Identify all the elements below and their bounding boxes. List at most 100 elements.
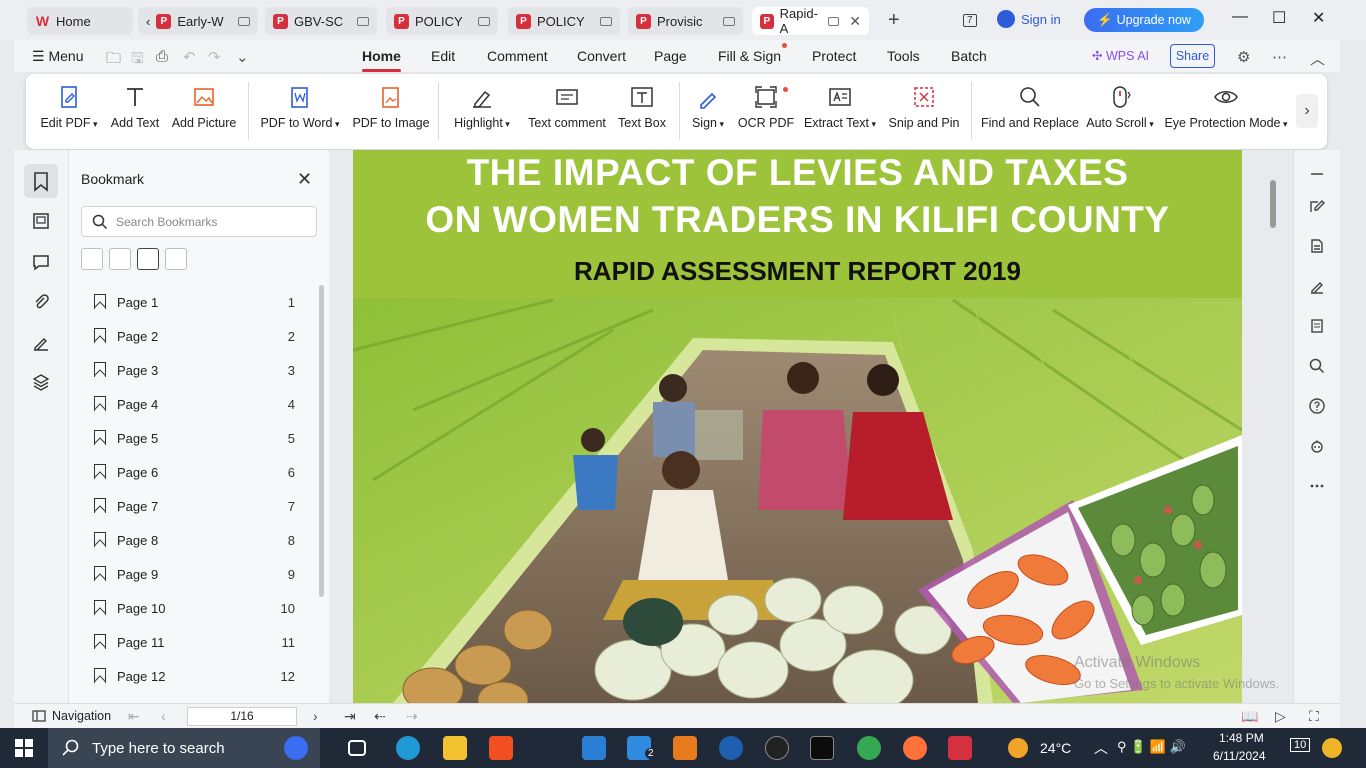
tab-document-1[interactable]: ‹ P Early-W (138, 7, 258, 35)
comments-panel-button[interactable] (32, 253, 50, 271)
share-button[interactable]: Share (1170, 44, 1215, 68)
next-page-icon[interactable]: › (313, 708, 318, 724)
vscode-icon[interactable] (582, 736, 606, 760)
main-menu-button[interactable]: ☰ Menu (32, 48, 83, 65)
document-info-icon[interactable] (1309, 238, 1325, 254)
more-tools-icon[interactable] (1309, 478, 1325, 494)
tray-overflow-icon[interactable]: ︿ (1094, 738, 1108, 758)
redo-icon[interactable]: ↷ (208, 48, 221, 66)
tab-document-2[interactable]: P GBV-SC (265, 7, 377, 35)
taskbar-search-box[interactable]: Type here to search (48, 728, 320, 768)
first-page-icon[interactable]: ⇤ (128, 708, 140, 725)
text-comment-button[interactable]: Text comment (528, 84, 606, 130)
new-tab-button[interactable]: + (888, 9, 900, 32)
maximize-icon[interactable]: ☐ (1272, 8, 1286, 28)
expand-bookmarks-icon[interactable] (81, 248, 103, 270)
tab-home[interactable]: W Home (27, 7, 133, 35)
tab-document-5[interactable]: P Provisic (628, 7, 743, 35)
windows-start-icon[interactable] (15, 739, 33, 760)
bookmark-item[interactable]: Page 6 6 (69, 455, 319, 489)
edit-pdf-button[interactable]: Edit PDF ▾ (40, 84, 98, 130)
help-icon[interactable] (1309, 398, 1325, 414)
terminal-icon[interactable] (810, 736, 834, 760)
wordpress-icon[interactable] (765, 736, 789, 760)
upgrade-button[interactable]: ⚡ Upgrade now (1084, 8, 1204, 32)
collapse-ribbon-icon[interactable]: ︿ (1310, 48, 1325, 69)
bookmark-item[interactable]: Page 9 9 (69, 557, 319, 591)
last-page-icon[interactable]: ⇥ (344, 708, 356, 725)
search-icon[interactable] (1309, 358, 1325, 374)
bot-assistant-icon[interactable] (1309, 438, 1325, 454)
menu-tab-comment[interactable]: Comment (487, 48, 548, 64)
extract-text-button[interactable]: Extract Text ▾ (804, 84, 876, 130)
bookmark-item[interactable]: Page 2 2 (69, 319, 319, 353)
close-window-icon[interactable]: ✕ (1312, 8, 1325, 28)
tab-document-3[interactable]: P POLICY (386, 7, 498, 35)
notification-center-badge[interactable]: 10 (1290, 738, 1311, 752)
collapse-bookmarks-icon[interactable] (109, 248, 131, 270)
edit-properties-icon[interactable] (1309, 198, 1325, 214)
taskbar-date[interactable]: 6/11/2024 (1213, 749, 1266, 763)
dropdown-arrow-icon[interactable]: ▾ (717, 119, 725, 129)
firefox-icon[interactable] (903, 736, 927, 760)
chevron-left-icon[interactable]: ‹ (146, 14, 150, 29)
auto-scroll-button[interactable]: Auto Scroll ▾ (1086, 84, 1154, 130)
bookmark-item[interactable]: Page 11 11 (69, 625, 319, 659)
bookmark-item[interactable]: Page 5 5 (69, 421, 319, 455)
tab-document-4[interactable]: P POLICY (508, 7, 620, 35)
go-back-icon[interactable]: ⇠ (374, 708, 386, 725)
dropdown-arrow-icon[interactable]: ▾ (332, 119, 340, 129)
document-scrollbar[interactable] (1270, 180, 1276, 228)
menu-tab-convert[interactable]: Convert (577, 48, 626, 64)
bookmark-item[interactable]: Page 8 8 (69, 523, 319, 557)
menu-tab-tools[interactable]: Tools (887, 48, 920, 64)
sign-in-button[interactable]: Sign in (997, 10, 1061, 28)
wps-ai-button[interactable]: ✣ WPS AI (1092, 48, 1149, 63)
fullscreen-icon[interactable]: ⛶ (1309, 708, 1319, 725)
find-replace-button[interactable]: Find and Replace (981, 84, 1079, 130)
menu-tab-fill-sign[interactable]: Fill & Sign (718, 48, 781, 64)
reading-mode-icon[interactable]: 📖 (1241, 708, 1258, 725)
close-tab-icon[interactable]: ✕ (849, 13, 861, 30)
collapse-rail-icon[interactable] (1309, 166, 1325, 182)
mail-icon[interactable]: 2 (627, 736, 657, 760)
menu-tab-page[interactable]: Page (654, 48, 687, 64)
bookmark-search-input[interactable] (116, 214, 306, 229)
edge-browser-icon[interactable] (396, 736, 420, 760)
bookmark-item[interactable]: Page 1 1 (69, 285, 319, 319)
go-forward-icon[interactable]: ⇢ (406, 708, 418, 725)
dropdown-arrow-icon[interactable]: ▾ (1147, 119, 1154, 129)
bookmark-scrollbar[interactable] (319, 285, 324, 597)
task-view-icon[interactable] (348, 740, 366, 756)
attachments-button[interactable] (32, 293, 50, 311)
navigation-toggle[interactable]: Navigation (32, 709, 111, 723)
taskbar-time[interactable]: 1:48 PM (1219, 731, 1264, 745)
add-picture-button[interactable]: Add Picture (172, 84, 236, 130)
text-box-button[interactable]: Text Box (618, 84, 666, 130)
pdf-to-word-button[interactable]: PDF to Word ▾ (260, 84, 340, 130)
add-bookmark-icon[interactable] (137, 248, 159, 270)
open-folder-icon[interactable]: 🗀 (106, 48, 121, 73)
menu-tab-protect[interactable]: Protect (812, 48, 856, 64)
bookmark-item[interactable]: Page 3 3 (69, 353, 319, 387)
play-icon[interactable]: ▷ (1275, 708, 1286, 725)
tray-icons[interactable]: ⚲ 🔋 📶 🔊 (1117, 739, 1186, 755)
file-explorer-icon[interactable] (443, 736, 467, 760)
document-viewport[interactable]: THE IMPACT OF LEVIES AND TAXES ON WOMEN … (329, 150, 1293, 703)
sign-pen-icon[interactable] (1309, 278, 1325, 294)
print-icon[interactable]: ⎙ (156, 48, 168, 65)
thumbnails-button[interactable] (32, 212, 50, 230)
bookmark-item[interactable]: Page 7 7 (69, 489, 319, 523)
sign-button[interactable]: Sign ▾ (692, 84, 724, 130)
delete-bookmark-icon[interactable] (165, 248, 187, 270)
weather-temperature[interactable]: 24°C (1040, 740, 1071, 756)
c-app-icon[interactable] (719, 736, 743, 760)
save-icon[interactable]: 🖫 (131, 48, 144, 73)
clock-widget-icon[interactable] (284, 736, 308, 760)
close-panel-icon[interactable]: ✕ (297, 169, 312, 190)
dropdown-arrow-icon[interactable]: ▾ (869, 119, 877, 129)
crop-page-icon[interactable] (1309, 318, 1325, 334)
chevron-down-icon[interactable]: ⌄ (236, 48, 249, 66)
layers-button[interactable] (32, 373, 50, 391)
bookmark-item[interactable]: Page 10 10 (69, 591, 319, 625)
